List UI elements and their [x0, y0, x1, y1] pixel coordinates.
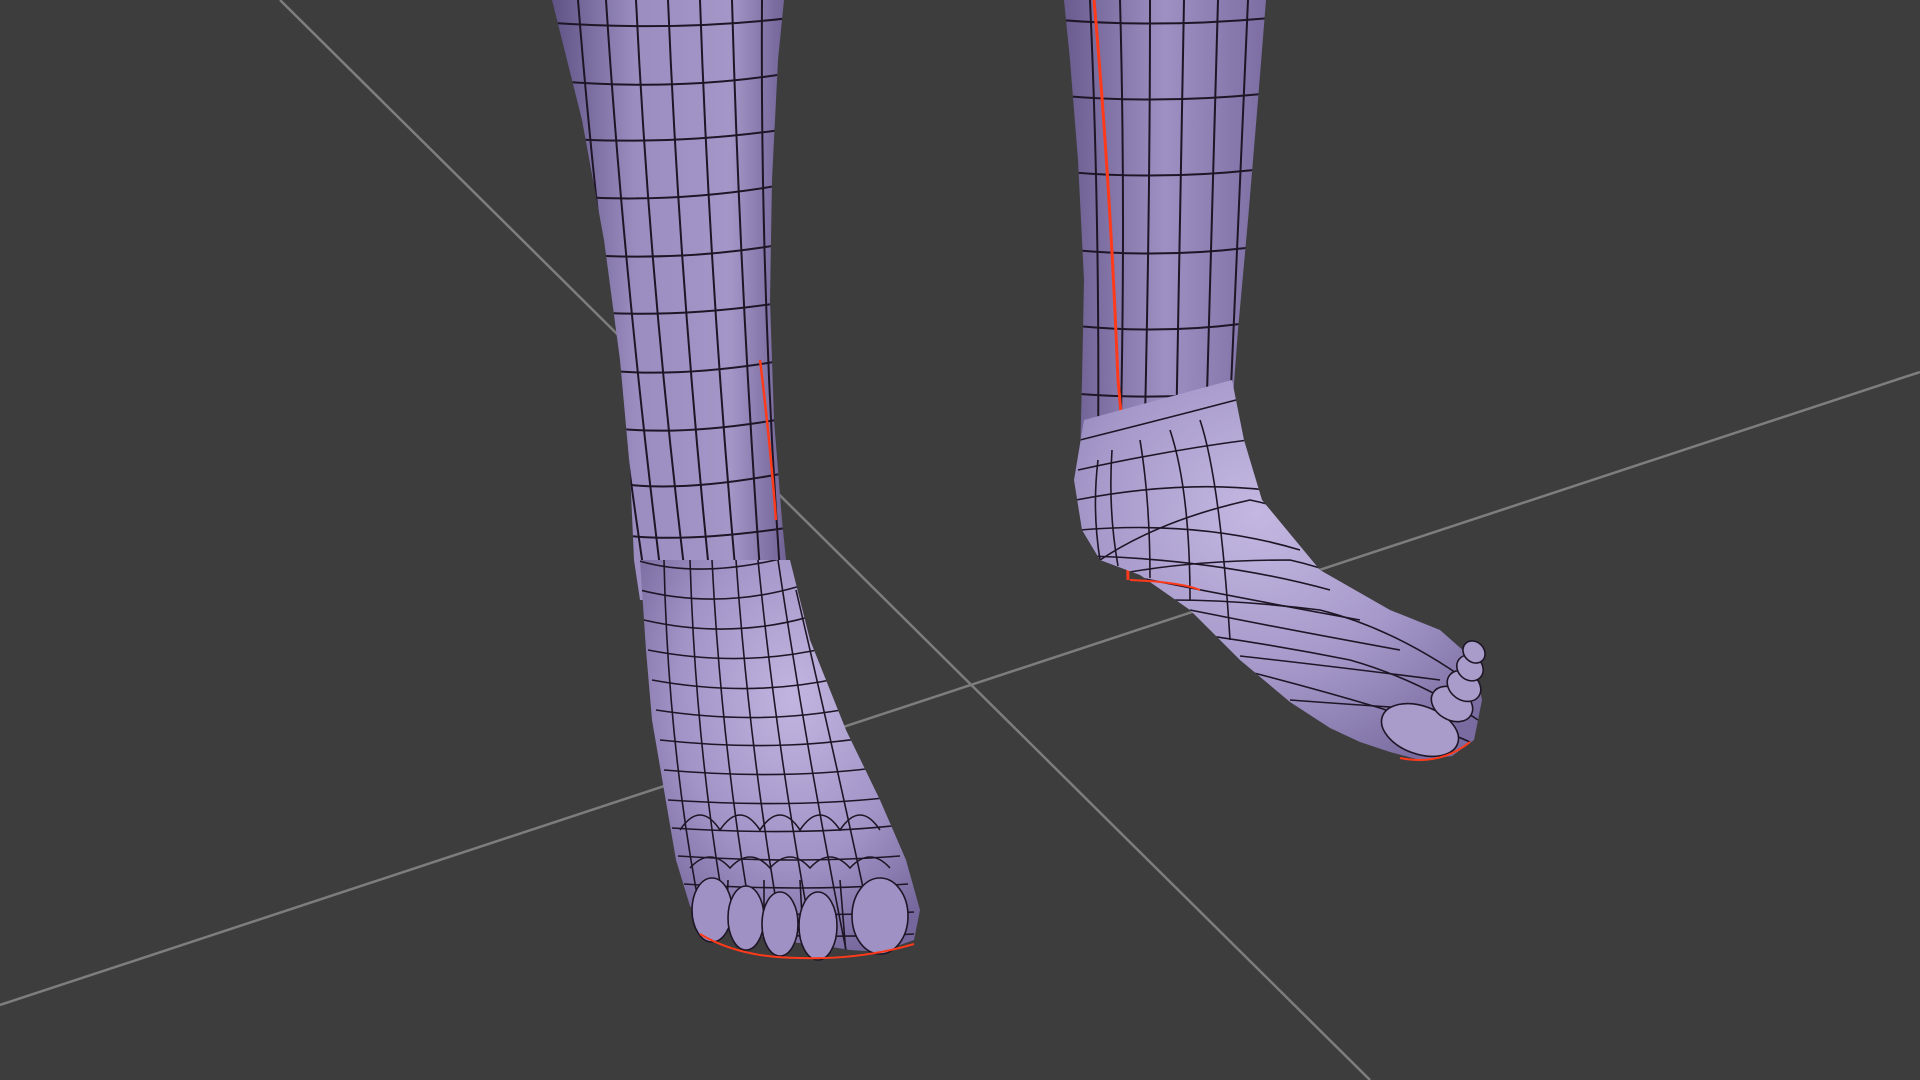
viewport-grid [0, 0, 1920, 1080]
left-leg [552, 0, 790, 600]
right-foot [1074, 380, 1486, 761]
left-foot [640, 560, 920, 961]
viewport-scene [0, 0, 1920, 1080]
3d-viewport[interactable] [0, 0, 1920, 1080]
